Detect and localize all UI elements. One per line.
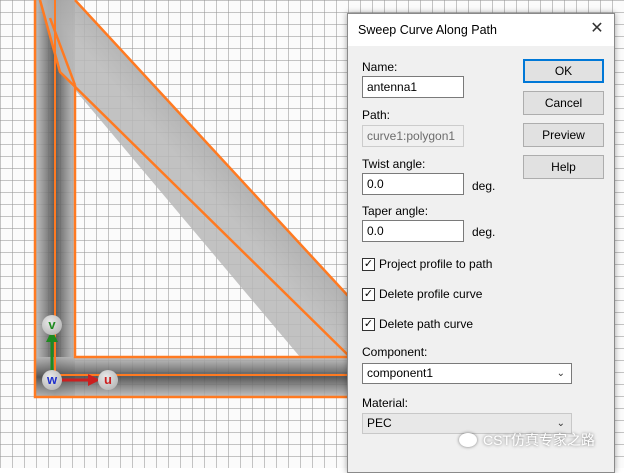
taper-angle-input[interactable]: 0.0 bbox=[362, 220, 464, 242]
checkbox-check-icon[interactable]: ✓ bbox=[362, 318, 375, 331]
watermark-text: CST仿真专家之路 bbox=[483, 432, 595, 448]
axis-u-label: u bbox=[98, 370, 118, 390]
twist-angle-label: Twist angle: bbox=[362, 157, 426, 171]
cancel-button[interactable]: Cancel bbox=[523, 91, 604, 115]
material-value: PEC bbox=[367, 416, 392, 430]
dialog-titlebar[interactable]: Sweep Curve Along Path ✕ bbox=[348, 14, 614, 46]
horizontal-arm bbox=[35, 357, 350, 397]
ok-button[interactable]: OK bbox=[523, 59, 604, 83]
close-icon[interactable]: ✕ bbox=[586, 18, 608, 40]
watermark: CST仿真专家之路 bbox=[459, 430, 595, 450]
name-input[interactable]: antenna1 bbox=[362, 76, 464, 98]
axis-w-label: w bbox=[42, 370, 62, 390]
dialog-title: Sweep Curve Along Path bbox=[358, 23, 497, 37]
twist-angle-input[interactable]: 0.0 bbox=[362, 173, 464, 195]
chevron-down-icon: ⌄ bbox=[556, 368, 565, 379]
preview-button[interactable]: Preview bbox=[523, 123, 604, 147]
help-button[interactable]: Help bbox=[523, 155, 604, 179]
component-value: component1 bbox=[367, 366, 434, 380]
checkbox-check-icon[interactable]: ✓ bbox=[362, 258, 375, 271]
path-input: curve1:polygon1 bbox=[362, 125, 464, 147]
axis-v-label: v bbox=[42, 315, 62, 335]
name-label: Name: bbox=[362, 60, 398, 74]
diagonal-arm bbox=[40, 0, 350, 357]
path-label: Path: bbox=[362, 108, 391, 122]
checkbox-label: Project profile to path bbox=[379, 257, 493, 271]
checkbox-label: Delete path curve bbox=[379, 317, 474, 331]
checkbox-label: Delete profile curve bbox=[379, 287, 483, 301]
taper-angle-label: Taper angle: bbox=[362, 204, 429, 218]
component-select[interactable]: component1 ⌄ bbox=[362, 363, 572, 384]
wechat-icon bbox=[459, 433, 477, 447]
sweep-curve-dialog: Sweep Curve Along Path ✕ Name: antenna1 … bbox=[347, 13, 615, 473]
twist-angle-unit: deg. bbox=[472, 179, 496, 193]
material-label: Material: bbox=[362, 396, 409, 410]
component-label: Component: bbox=[362, 345, 428, 359]
checkbox-check-icon[interactable]: ✓ bbox=[362, 288, 375, 301]
taper-angle-unit: deg. bbox=[472, 225, 496, 239]
